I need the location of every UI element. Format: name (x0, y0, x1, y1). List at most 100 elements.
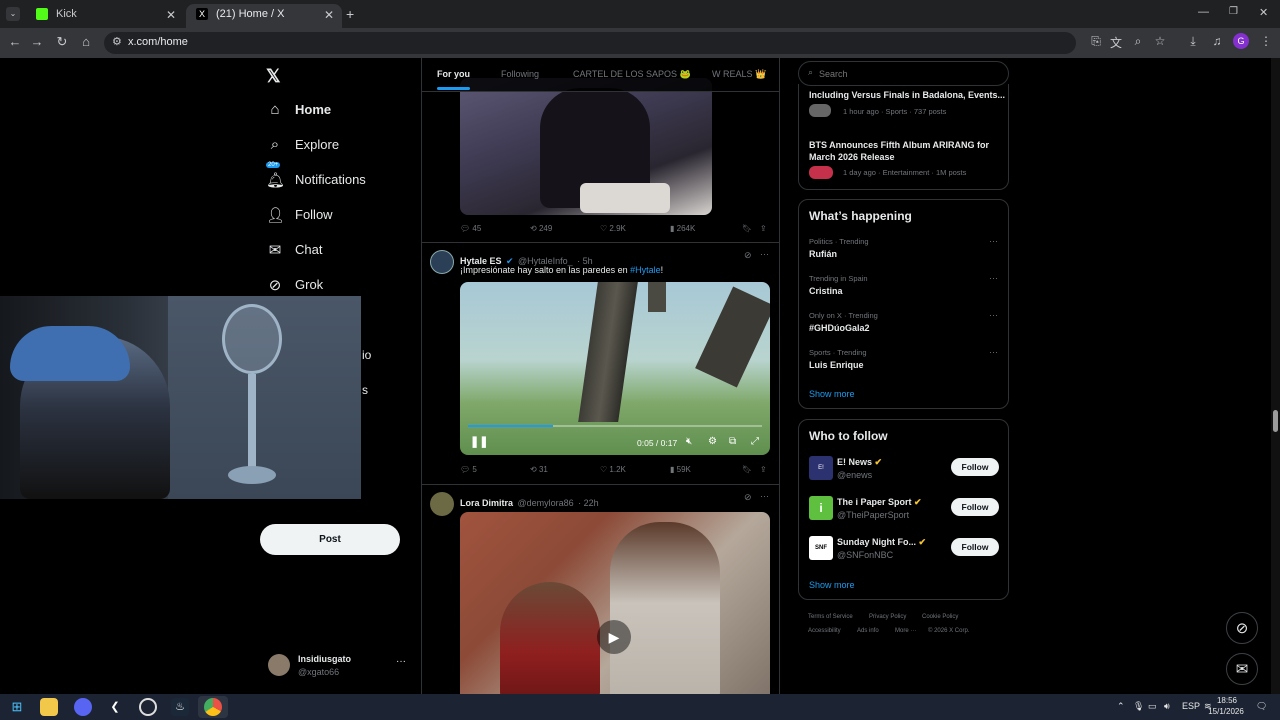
discord-icon[interactable] (74, 698, 92, 716)
network-icon[interactable]: ▭ (1148, 701, 1157, 712)
minimize-button[interactable]: — (1198, 6, 1209, 18)
show-more-link[interactable]: Show more (809, 580, 855, 590)
grok-float-button[interactable]: ⊘ (1226, 612, 1258, 644)
tweet-video[interactable]: ▶ (460, 512, 770, 694)
file-explorer-icon[interactable] (40, 698, 58, 716)
video-progress-track[interactable] (468, 425, 762, 427)
more-menu-icon[interactable]: ⋮ (1258, 34, 1274, 48)
x-logo-icon[interactable]: 𝕏 (266, 66, 281, 87)
close-icon[interactable]: ✕ (166, 5, 176, 25)
footer-ads-link[interactable]: Ads info (857, 628, 879, 634)
tweet-author-handle[interactable]: @demylora86 (517, 498, 573, 508)
tab-w-reals[interactable]: W REALS 👑 (712, 69, 766, 80)
share-icon[interactable]: ⇪ (760, 224, 767, 233)
trend-more-icon[interactable]: ··· (989, 236, 998, 246)
windows-start-icon[interactable]: ⊞ (8, 698, 26, 716)
scrollbar[interactable] (1271, 58, 1280, 694)
views-button[interactable]: ▮ 59K (670, 465, 691, 474)
download-icon[interactable]: ⤓ (1185, 34, 1201, 49)
site-info-icon[interactable]: ⚙ (112, 35, 122, 48)
pause-icon[interactable]: ❚❚ (470, 435, 488, 448)
news-title-line2[interactable]: March 2026 Release (809, 152, 895, 162)
messages-float-button[interactable]: ✉ (1226, 653, 1258, 685)
tab-x-home[interactable]: X (21) Home / X ✕ (186, 4, 342, 28)
steam-icon[interactable]: ♨ (171, 698, 189, 716)
translate-icon[interactable]: 文 (1108, 34, 1124, 51)
avatar[interactable]: i (809, 496, 833, 520)
news-title[interactable]: Including Versus Finals in Badalona, Eve… (809, 90, 1005, 100)
more-icon[interactable]: ··· (396, 656, 406, 667)
back-icon[interactable]: ← (6, 34, 24, 49)
like-button[interactable]: ♡ 2.9K (600, 224, 626, 233)
footer-terms-link[interactable]: Terms of Service (808, 614, 853, 620)
play-icon[interactable]: ▶ (597, 620, 631, 654)
language-indicator[interactable]: ESP (1182, 701, 1200, 711)
share-icon[interactable]: ⇪ (760, 465, 767, 474)
follow-button[interactable]: Follow (951, 538, 999, 556)
tab-for-you[interactable]: For you (437, 69, 470, 79)
trend-name[interactable]: Cristina (809, 286, 843, 296)
tweet-time[interactable]: · 22h (578, 498, 599, 508)
avatar[interactable] (430, 492, 454, 516)
search-box[interactable]: ⌕ (798, 61, 1009, 86)
tweet-more-icon[interactable]: ··· (760, 249, 769, 259)
grok-tweet-icon[interactable]: ⊘ (744, 492, 752, 503)
show-more-link[interactable]: Show more (809, 389, 855, 399)
footer-accessibility-link[interactable]: Accessibility (808, 628, 841, 634)
clock-date[interactable]: 15/1/2026 (1201, 707, 1251, 716)
tweet-media-image[interactable] (460, 78, 712, 215)
post-button[interactable]: Post (260, 524, 400, 555)
scrollbar-thumb[interactable] (1273, 410, 1278, 432)
grok-tweet-icon[interactable]: ⊘ (744, 250, 752, 261)
trend-name[interactable]: #GHDúoGala2 (809, 323, 870, 333)
bookmark-icon[interactable]: 🔖︎ (742, 224, 752, 233)
tweet-author-name[interactable]: Lora Dimitra (460, 498, 513, 508)
avatar[interactable]: SNF (809, 536, 833, 560)
tab-following[interactable]: Following (501, 69, 539, 79)
tweet-more-icon[interactable]: ··· (760, 491, 769, 501)
close-icon[interactable]: ✕ (324, 5, 334, 25)
notification-center-icon[interactable]: 🗨︎ (1256, 701, 1267, 712)
mute-icon[interactable]: 🔇︎ (686, 436, 692, 447)
trend-more-icon[interactable]: ··· (989, 310, 998, 320)
follow-button[interactable]: Follow (951, 458, 999, 476)
account-name[interactable]: Sunday Night Fo... ✔ (837, 537, 926, 548)
search-input[interactable] (819, 66, 999, 82)
app-icon[interactable]: ❮ (106, 698, 124, 716)
restore-button[interactable]: ❐ (1229, 6, 1238, 17)
forward-icon[interactable]: → (28, 34, 46, 49)
trend-name[interactable]: Luis Enrique (809, 360, 864, 370)
account-name[interactable]: The i Paper Sport ✔ (837, 497, 922, 508)
address-bar[interactable]: ⚙ x.com/home (104, 32, 1076, 54)
obs-icon[interactable] (139, 698, 157, 716)
repost-button[interactable]: ⟲ 249 (530, 224, 552, 233)
trend-name[interactable]: Rufián (809, 249, 837, 259)
tab-search-button[interactable]: ⌄ (6, 7, 20, 21)
bookmark-icon[interactable]: 🔖︎ (742, 465, 752, 474)
trend-more-icon[interactable]: ··· (989, 273, 998, 283)
volume-icon[interactable]: 🔊︎ (1164, 701, 1170, 712)
reply-button[interactable]: 💬︎ 5 (460, 465, 477, 474)
profile-avatar[interactable]: G (1233, 33, 1249, 49)
media-control-icon[interactable]: ♫ (1209, 34, 1225, 48)
footer-more-link[interactable]: More ··· (895, 628, 916, 634)
avatar[interactable] (430, 250, 454, 274)
reply-button[interactable]: 💬︎ 45 (460, 224, 481, 233)
like-button[interactable]: ♡ 1.2K (600, 465, 626, 474)
home-icon[interactable]: ⌂ (77, 34, 95, 49)
tray-chevron-icon[interactable]: ⌃ (1117, 701, 1125, 712)
close-window-button[interactable]: ✕ (1259, 6, 1268, 19)
clock-time[interactable]: 18:56 (1212, 696, 1242, 705)
tweet-video[interactable]: ❚❚ 0:05 / 0:17 🔇︎ ⚙ ⧉ ⤢ (460, 282, 770, 455)
bookmark-star-icon[interactable]: ☆ (1152, 34, 1168, 48)
repost-button[interactable]: ⟲ 31 (530, 465, 548, 474)
footer-cookie-link[interactable]: Cookie Policy (922, 614, 958, 620)
settings-icon[interactable]: ⚙ (708, 436, 717, 447)
views-button[interactable]: ▮ 264K (670, 224, 695, 233)
microphone-icon[interactable]: 🎙︎ (1133, 701, 1144, 712)
news-title[interactable]: BTS Announces Fifth Album ARIRANG for (809, 140, 989, 150)
follow-button[interactable]: Follow (951, 498, 999, 516)
install-icon[interactable]: ⎘ (1088, 34, 1104, 49)
footer-privacy-link[interactable]: Privacy Policy (869, 614, 906, 620)
pip-icon[interactable]: ⧉ (729, 436, 736, 447)
